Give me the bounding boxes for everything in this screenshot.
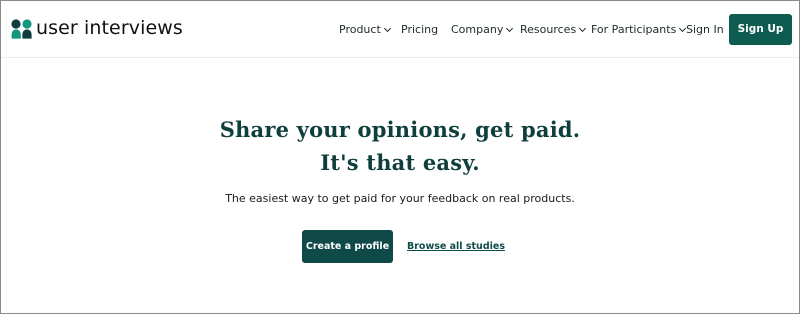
sign-in-link[interactable]: Sign In [686, 22, 724, 38]
nav-product[interactable]: Product [339, 22, 391, 38]
nav-resources-label: Resources [520, 23, 577, 36]
create-profile-button[interactable]: Create a profile [302, 230, 393, 263]
nav-pricing-label: Pricing [401, 23, 439, 36]
chevron-down-icon [506, 24, 514, 33]
nav-for-participants[interactable]: For Participants [591, 22, 687, 38]
chevron-down-icon [579, 24, 587, 33]
user-interviews-logo-icon[interactable] [11, 19, 33, 39]
nav-product-label: Product [339, 23, 381, 36]
nav-for-participants-label: For Participants [591, 23, 677, 36]
nav-pricing[interactable]: Pricing [401, 22, 438, 38]
hero-subtitle: The easiest way to get paid for your fee… [225, 192, 575, 205]
browse-studies-link[interactable]: Browse all studies [407, 241, 505, 252]
page-frame: user interviews Product Pricing Company … [0, 0, 800, 314]
brand-name[interactable]: user interviews [36, 15, 183, 41]
nav-resources[interactable]: Resources [520, 22, 587, 38]
nav-company[interactable]: Company [451, 22, 514, 38]
sign-up-button[interactable]: Sign Up [729, 14, 792, 45]
chevron-down-icon [383, 24, 391, 33]
hero-title-line-2: It's that easy. [320, 150, 480, 175]
nav-company-label: Company [451, 23, 504, 36]
hero-title-line-1: Share your opinions, get paid. [219, 117, 581, 142]
top-navbar: user interviews Product Pricing Company … [1, 1, 799, 58]
